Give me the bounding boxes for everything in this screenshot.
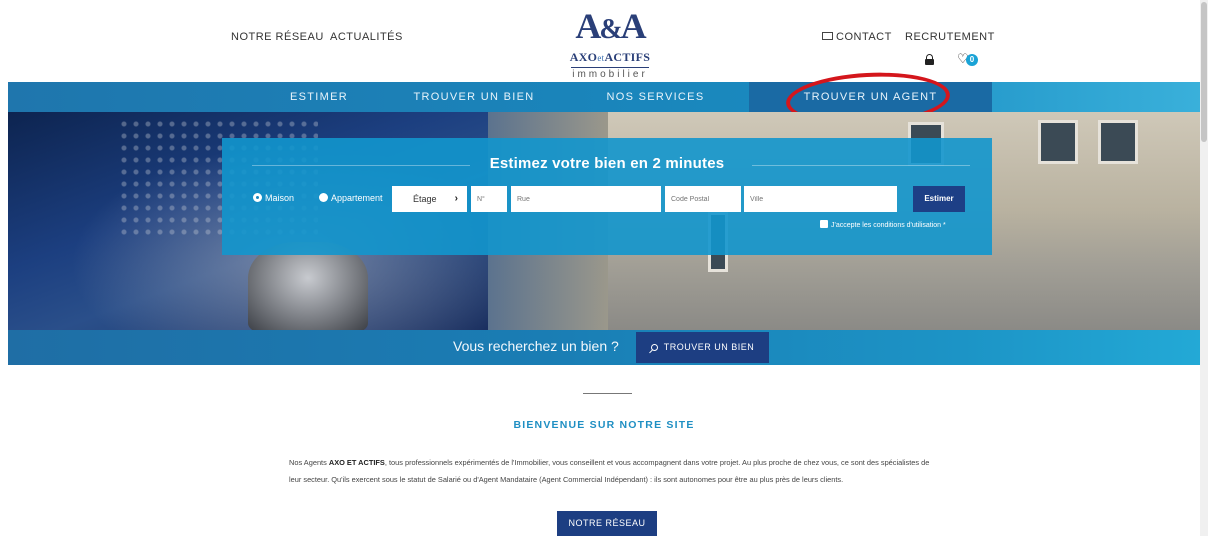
page-scrollbar[interactable]: [1200, 0, 1208, 536]
welcome-title: BIENVENUE SUR NOTRE SITE: [513, 419, 695, 431]
top-link-recrutement[interactable]: RECRUTEMENT: [905, 31, 995, 43]
logo-brand: AXOetACTIFS: [569, 50, 651, 64]
nav-item-estimer[interactable]: ESTIMER: [259, 82, 379, 112]
accept-terms-checkbox[interactable]: J'accepte les conditions d'utilisation *: [820, 220, 946, 229]
lock-icon[interactable]: [925, 54, 934, 65]
search-icon: [650, 344, 658, 351]
estimate-panel: Estimez votre bien en 2 minutes Maison A…: [222, 138, 992, 255]
estimate-submit-button[interactable]: Estimer: [913, 186, 965, 212]
street-number-input[interactable]: [471, 186, 507, 212]
street-input[interactable]: [511, 186, 661, 212]
top-link-notre-reseau[interactable]: NOTRE RÉSEAU: [231, 31, 324, 43]
site-header: NOTRE RÉSEAU ACTUALITÉS A&A AXOetACTIFS …: [0, 0, 1208, 82]
top-link-contact[interactable]: CONTACT: [822, 31, 892, 43]
nav-item-trouver-un-bien[interactable]: TROUVER UN BIEN: [404, 82, 544, 112]
logo-mark: A&A: [575, 6, 646, 46]
top-link-actualites[interactable]: ACTUALITÉS: [330, 31, 403, 43]
mail-icon: [822, 32, 833, 40]
building-window: [1038, 120, 1078, 164]
logo-subtitle: immobilier: [572, 69, 648, 80]
welcome-text: Nos Agents AXO ET ACTIFS, tous professio…: [289, 458, 930, 484]
section-divider: [583, 393, 632, 394]
scrollbar-thumb[interactable]: [1201, 2, 1207, 142]
radio-unchecked-icon: [319, 193, 328, 202]
radio-appartement[interactable]: Appartement: [319, 193, 383, 203]
door-knocker-image: [248, 242, 368, 330]
main-nav: ESTIMER TROUVER UN BIEN NOS SERVICES TRO…: [8, 82, 1200, 112]
logo-rule: [571, 67, 649, 68]
checkbox-icon: [820, 220, 828, 228]
estimate-title: Estimez votre bien en 2 minutes: [489, 155, 725, 172]
nav-item-nos-services[interactable]: NOS SERVICES: [588, 82, 723, 112]
nav-item-trouver-un-agent[interactable]: TROUVER UN AGENT: [749, 82, 992, 112]
search-question: Vous recherchez un bien ?: [453, 338, 619, 354]
city-input[interactable]: [744, 186, 897, 212]
site-logo[interactable]: A&A AXOetACTIFS immobilier: [560, 8, 660, 82]
radio-checked-icon: [253, 193, 262, 202]
nav-decoration: [992, 82, 1200, 112]
notre-reseau-button[interactable]: NOTRE RÉSEAU: [557, 511, 657, 536]
favorites-count-badge: 0: [966, 54, 978, 66]
postal-code-input[interactable]: [665, 186, 741, 212]
chevron-right-icon: ›: [454, 193, 458, 204]
etage-select[interactable]: Étage ›: [392, 186, 467, 212]
building-window: [1098, 120, 1138, 164]
radio-maison[interactable]: Maison: [253, 193, 294, 203]
find-property-button[interactable]: TROUVER UN BIEN: [636, 332, 769, 363]
